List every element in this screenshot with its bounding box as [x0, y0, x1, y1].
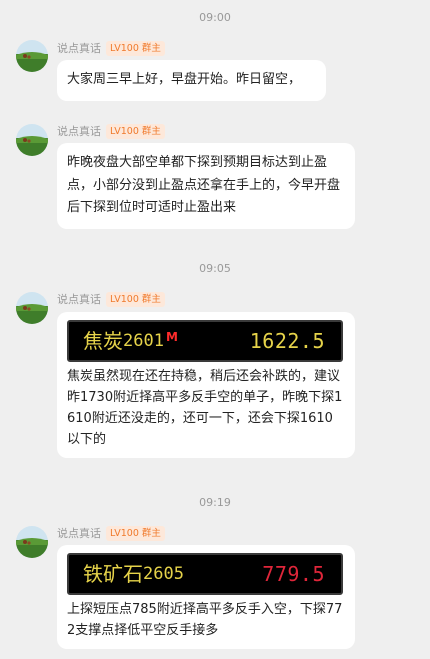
role-badge: LV100 群主: [106, 291, 165, 307]
main-contract-flag: M: [165, 330, 178, 344]
role-badge: LV100 群主: [106, 40, 165, 56]
quote-card[interactable]: 焦炭 2601 M 1622.5: [67, 320, 343, 362]
avatar[interactable]: [16, 124, 48, 156]
instrument-name: 铁矿石: [83, 561, 143, 586]
avatar[interactable]: [16, 526, 48, 558]
message-text: 上探短压点785附近择高平多反手入空，下探772支撑点择低平空反手接多: [67, 602, 343, 638]
instrument-name: 焦炭: [83, 328, 123, 353]
sender-name: 说点真话: [57, 293, 101, 306]
contract-code: 2605: [143, 563, 184, 584]
sender-name: 说点真话: [57, 125, 101, 138]
last-price: 1622.5: [249, 328, 325, 353]
timestamp: 09:19: [199, 496, 231, 509]
message-bubble[interactable]: 昨晚夜盘大部空单都下探到预期目标达到止盈点，小部分没到止盈点还拿在手上的，今早开…: [57, 143, 355, 229]
message-meta: 说点真话 LV100 群主: [57, 40, 165, 56]
message-meta: 说点真话 LV100 群主: [57, 291, 165, 307]
sender-name: 说点真话: [57, 42, 101, 55]
avatar-landscape-icon: [16, 40, 48, 72]
avatar[interactable]: [16, 292, 48, 324]
message-meta: 说点真话 LV100 群主: [57, 123, 165, 139]
message-meta: 说点真话 LV100 群主: [57, 525, 165, 541]
role-badge: LV100 群主: [106, 123, 165, 139]
contract-code: 2601: [123, 330, 164, 351]
message-bubble[interactable]: 焦炭 2601 M 1622.5 焦炭虽然现在还在持稳，稍后还会补跌的，建议昨1…: [57, 312, 355, 458]
role-badge: LV100 群主: [106, 525, 165, 541]
message-text: 焦炭虽然现在还在持稳，稍后还会补跌的，建议昨1730附近择高平多反手空的单子，昨…: [67, 369, 343, 447]
avatar-landscape-icon: [16, 526, 48, 558]
avatar-landscape-icon: [16, 124, 48, 156]
message-bubble[interactable]: 铁矿石 2605 779.5 上探短压点785附近择高平多反手入空，下探772支…: [57, 545, 355, 649]
timestamp: 09:05: [199, 262, 231, 275]
message-text: 大家周三早上好，早盘开始。昨日留空，: [67, 72, 302, 87]
sender-name: 说点真话: [57, 527, 101, 540]
last-price: 779.5: [262, 561, 325, 586]
avatar-landscape-icon: [16, 292, 48, 324]
avatar[interactable]: [16, 40, 48, 72]
message-bubble[interactable]: 大家周三早上好，早盘开始。昨日留空，: [57, 60, 326, 101]
message-text: 昨晚夜盘大部空单都下探到预期目标达到止盈点，小部分没到止盈点还拿在手上的，今早开…: [67, 155, 341, 215]
timestamp: 09:00: [199, 11, 231, 24]
quote-card[interactable]: 铁矿石 2605 779.5: [67, 553, 343, 595]
